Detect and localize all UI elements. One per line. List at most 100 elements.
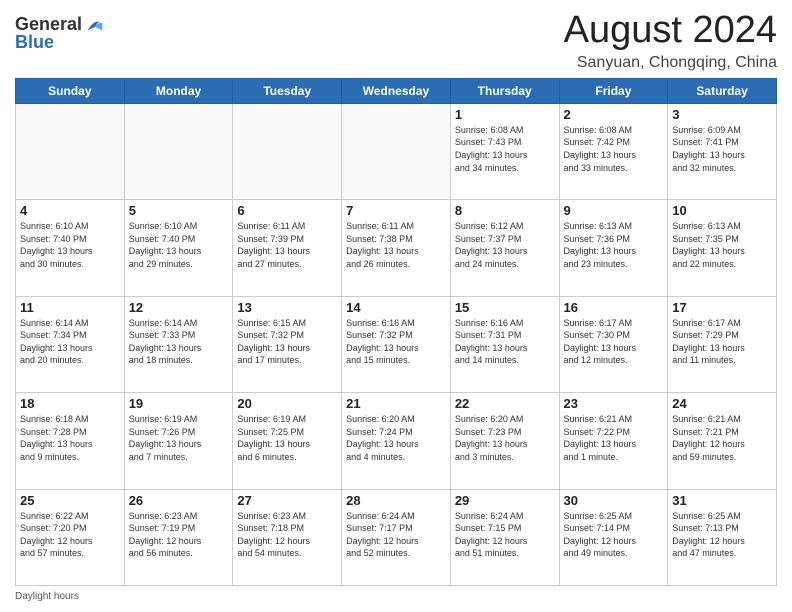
calendar-week-5: 25 Sunrise: 6:22 AM Sunset: 7:20 PM Dayli… <box>16 489 777 585</box>
day-info-25: Sunrise: 6:22 AM Sunset: 7:20 PM Dayligh… <box>20 510 120 560</box>
calendar-cell-w3-d5: 15Sunrise: 6:16 AM Sunset: 7:31 PM Dayli… <box>450 296 559 392</box>
day-info-10: Sunrise: 6:13 AM Sunset: 7:35 PM Dayligh… <box>672 220 772 270</box>
day-number-24: 24 <box>672 396 772 411</box>
calendar-cell-w2-d6: 9Sunrise: 6:13 AM Sunset: 7:36 PM Daylig… <box>559 200 668 296</box>
calendar-cell-w3-d2: 12 Sunrise: 6:14 AM Sunset: 7:33 PM Dayli… <box>124 296 233 392</box>
day-info-6: Sunrise: 6:11 AM Sunset: 7:39 PM Dayligh… <box>237 220 337 270</box>
col-friday: Friday <box>559 78 668 103</box>
day-info-18: Sunrise: 6:18 AM Sunset: 7:28 PM Dayligh… <box>20 413 120 463</box>
title-block: August 2024 Sanyuan, Chongqing, China <box>564 10 777 72</box>
day-info-27: Sunrise: 6:23 AM Sunset: 7:18 PM Dayligh… <box>237 510 337 560</box>
col-tuesday: Tuesday <box>233 78 342 103</box>
day-number-31: 31 <box>672 493 772 508</box>
col-sunday: Sunday <box>16 78 125 103</box>
calendar-cell-w4-d5: 22 Sunrise: 6:20 AM Sunset: 7:23 PM Dayli… <box>450 393 559 489</box>
col-monday: Monday <box>124 78 233 103</box>
calendar-cell-w1-d5: 1 Sunrise: 6:08 AM Sunset: 7:43 PM Daylig… <box>450 103 559 199</box>
day-number-12: 12 <box>129 300 229 315</box>
calendar-cell-w4-d7: 24 Sunrise: 6:21 AM Sunset: 7:21 PM Dayli… <box>668 393 777 489</box>
day-number-29: 29 <box>455 493 555 508</box>
calendar-cell-w5-d2: 26 Sunrise: 6:23 AM Sunset: 7:19 PM Dayli… <box>124 489 233 585</box>
day-info-4: Sunrise: 6:10 AM Sunset: 7:40 PM Dayligh… <box>20 220 120 270</box>
day-number-6: 6 <box>237 203 337 218</box>
day-info-1: Sunrise: 6:08 AM Sunset: 7:43 PM Dayligh… <box>455 124 555 174</box>
day-number-8: 8 <box>455 203 555 218</box>
calendar-cell-w2-d3: 6 Sunrise: 6:11 AM Sunset: 7:39 PM Daylig… <box>233 200 342 296</box>
calendar-cell-w5-d6: 30Sunrise: 6:25 AM Sunset: 7:14 PM Dayli… <box>559 489 668 585</box>
calendar-cell-w2-d1: 4 Sunrise: 6:10 AM Sunset: 7:40 PM Daylig… <box>16 200 125 296</box>
day-number-23: 23 <box>564 396 664 411</box>
day-number-10: 10 <box>672 203 772 218</box>
calendar-cell-w2-d5: 8 Sunrise: 6:12 AM Sunset: 7:37 PM Daylig… <box>450 200 559 296</box>
calendar-cell-w5-d1: 25 Sunrise: 6:22 AM Sunset: 7:20 PM Dayli… <box>16 489 125 585</box>
day-info-2: Sunrise: 6:08 AM Sunset: 7:42 PM Dayligh… <box>564 124 664 174</box>
day-number-28: 28 <box>346 493 446 508</box>
calendar-cell-w2-d4: 7 Sunrise: 6:11 AM Sunset: 7:38 PM Daylig… <box>342 200 451 296</box>
day-number-1: 1 <box>455 107 555 122</box>
day-info-24: Sunrise: 6:21 AM Sunset: 7:21 PM Dayligh… <box>672 413 772 463</box>
calendar-cell-w3-d3: 13 Sunrise: 6:15 AM Sunset: 7:32 PM Dayli… <box>233 296 342 392</box>
calendar-cell-w3-d4: 14 Sunrise: 6:16 AM Sunset: 7:32 PM Dayli… <box>342 296 451 392</box>
day-info-12: Sunrise: 6:14 AM Sunset: 7:33 PM Dayligh… <box>129 317 229 367</box>
calendar-body: 1 Sunrise: 6:08 AM Sunset: 7:43 PM Daylig… <box>16 103 777 585</box>
calendar-cell-w1-d4 <box>342 103 451 199</box>
calendar-week-3: 11Sunrise: 6:14 AM Sunset: 7:34 PM Dayli… <box>16 296 777 392</box>
day-info-16: Sunrise: 6:17 AM Sunset: 7:30 PM Dayligh… <box>564 317 664 367</box>
day-info-9: Sunrise: 6:13 AM Sunset: 7:36 PM Dayligh… <box>564 220 664 270</box>
calendar-cell-w2-d2: 5 Sunrise: 6:10 AM Sunset: 7:40 PM Daylig… <box>124 200 233 296</box>
subtitle: Sanyuan, Chongqing, China <box>564 54 777 72</box>
day-info-23: Sunrise: 6:21 AM Sunset: 7:22 PM Dayligh… <box>564 413 664 463</box>
col-thursday: Thursday <box>450 78 559 103</box>
month-title: August 2024 <box>564 10 777 52</box>
header: General Blue August 2024 Sanyuan, Chongq… <box>15 10 777 72</box>
col-saturday: Saturday <box>668 78 777 103</box>
day-info-8: Sunrise: 6:12 AM Sunset: 7:37 PM Dayligh… <box>455 220 555 270</box>
day-info-31: Sunrise: 6:25 AM Sunset: 7:13 PM Dayligh… <box>672 510 772 560</box>
calendar-table: Sunday Monday Tuesday Wednesday Thursday… <box>15 78 777 586</box>
calendar-cell-w5-d3: 27 Sunrise: 6:23 AM Sunset: 7:18 PM Dayli… <box>233 489 342 585</box>
calendar-cell-w1-d2 <box>124 103 233 199</box>
day-info-11: Sunrise: 6:14 AM Sunset: 7:34 PM Dayligh… <box>20 317 120 367</box>
calendar-week-2: 4 Sunrise: 6:10 AM Sunset: 7:40 PM Daylig… <box>16 200 777 296</box>
day-number-13: 13 <box>237 300 337 315</box>
day-number-17: 17 <box>672 300 772 315</box>
page: General Blue August 2024 Sanyuan, Chongq… <box>0 0 792 612</box>
day-info-26: Sunrise: 6:23 AM Sunset: 7:19 PM Dayligh… <box>129 510 229 560</box>
day-number-5: 5 <box>129 203 229 218</box>
day-number-22: 22 <box>455 396 555 411</box>
day-number-25: 25 <box>20 493 120 508</box>
calendar-cell-w1-d3 <box>233 103 342 199</box>
day-number-26: 26 <box>129 493 229 508</box>
calendar-week-4: 18Sunrise: 6:18 AM Sunset: 7:28 PM Dayli… <box>16 393 777 489</box>
day-number-2: 2 <box>564 107 664 122</box>
day-number-7: 7 <box>346 203 446 218</box>
day-number-3: 3 <box>672 107 772 122</box>
day-info-13: Sunrise: 6:15 AM Sunset: 7:32 PM Dayligh… <box>237 317 337 367</box>
calendar-cell-w1-d1 <box>16 103 125 199</box>
day-number-27: 27 <box>237 493 337 508</box>
calendar-cell-w4-d1: 18Sunrise: 6:18 AM Sunset: 7:28 PM Dayli… <box>16 393 125 489</box>
day-number-30: 30 <box>564 493 664 508</box>
day-info-7: Sunrise: 6:11 AM Sunset: 7:38 PM Dayligh… <box>346 220 446 270</box>
day-number-14: 14 <box>346 300 446 315</box>
calendar-cell-w3-d6: 16Sunrise: 6:17 AM Sunset: 7:30 PM Dayli… <box>559 296 668 392</box>
footer: Daylight hours <box>15 591 777 602</box>
col-wednesday: Wednesday <box>342 78 451 103</box>
calendar-cell-w2-d7: 10 Sunrise: 6:13 AM Sunset: 7:35 PM Dayli… <box>668 200 777 296</box>
day-number-20: 20 <box>237 396 337 411</box>
day-info-28: Sunrise: 6:24 AM Sunset: 7:17 PM Dayligh… <box>346 510 446 560</box>
day-number-19: 19 <box>129 396 229 411</box>
calendar-header-row: Sunday Monday Tuesday Wednesday Thursday… <box>16 78 777 103</box>
footer-text: Daylight hours <box>15 591 79 602</box>
calendar-cell-w1-d7: 3Sunrise: 6:09 AM Sunset: 7:41 PM Daylig… <box>668 103 777 199</box>
day-info-22: Sunrise: 6:20 AM Sunset: 7:23 PM Dayligh… <box>455 413 555 463</box>
calendar-cell-w4-d4: 21Sunrise: 6:20 AM Sunset: 7:24 PM Dayli… <box>342 393 451 489</box>
day-info-5: Sunrise: 6:10 AM Sunset: 7:40 PM Dayligh… <box>129 220 229 270</box>
calendar-cell-w4-d2: 19Sunrise: 6:19 AM Sunset: 7:26 PM Dayli… <box>124 393 233 489</box>
day-info-14: Sunrise: 6:16 AM Sunset: 7:32 PM Dayligh… <box>346 317 446 367</box>
day-info-20: Sunrise: 6:19 AM Sunset: 7:25 PM Dayligh… <box>237 413 337 463</box>
day-info-21: Sunrise: 6:20 AM Sunset: 7:24 PM Dayligh… <box>346 413 446 463</box>
calendar-cell-w4-d3: 20 Sunrise: 6:19 AM Sunset: 7:25 PM Dayli… <box>233 393 342 489</box>
calendar-cell-w3-d7: 17Sunrise: 6:17 AM Sunset: 7:29 PM Dayli… <box>668 296 777 392</box>
day-number-4: 4 <box>20 203 120 218</box>
